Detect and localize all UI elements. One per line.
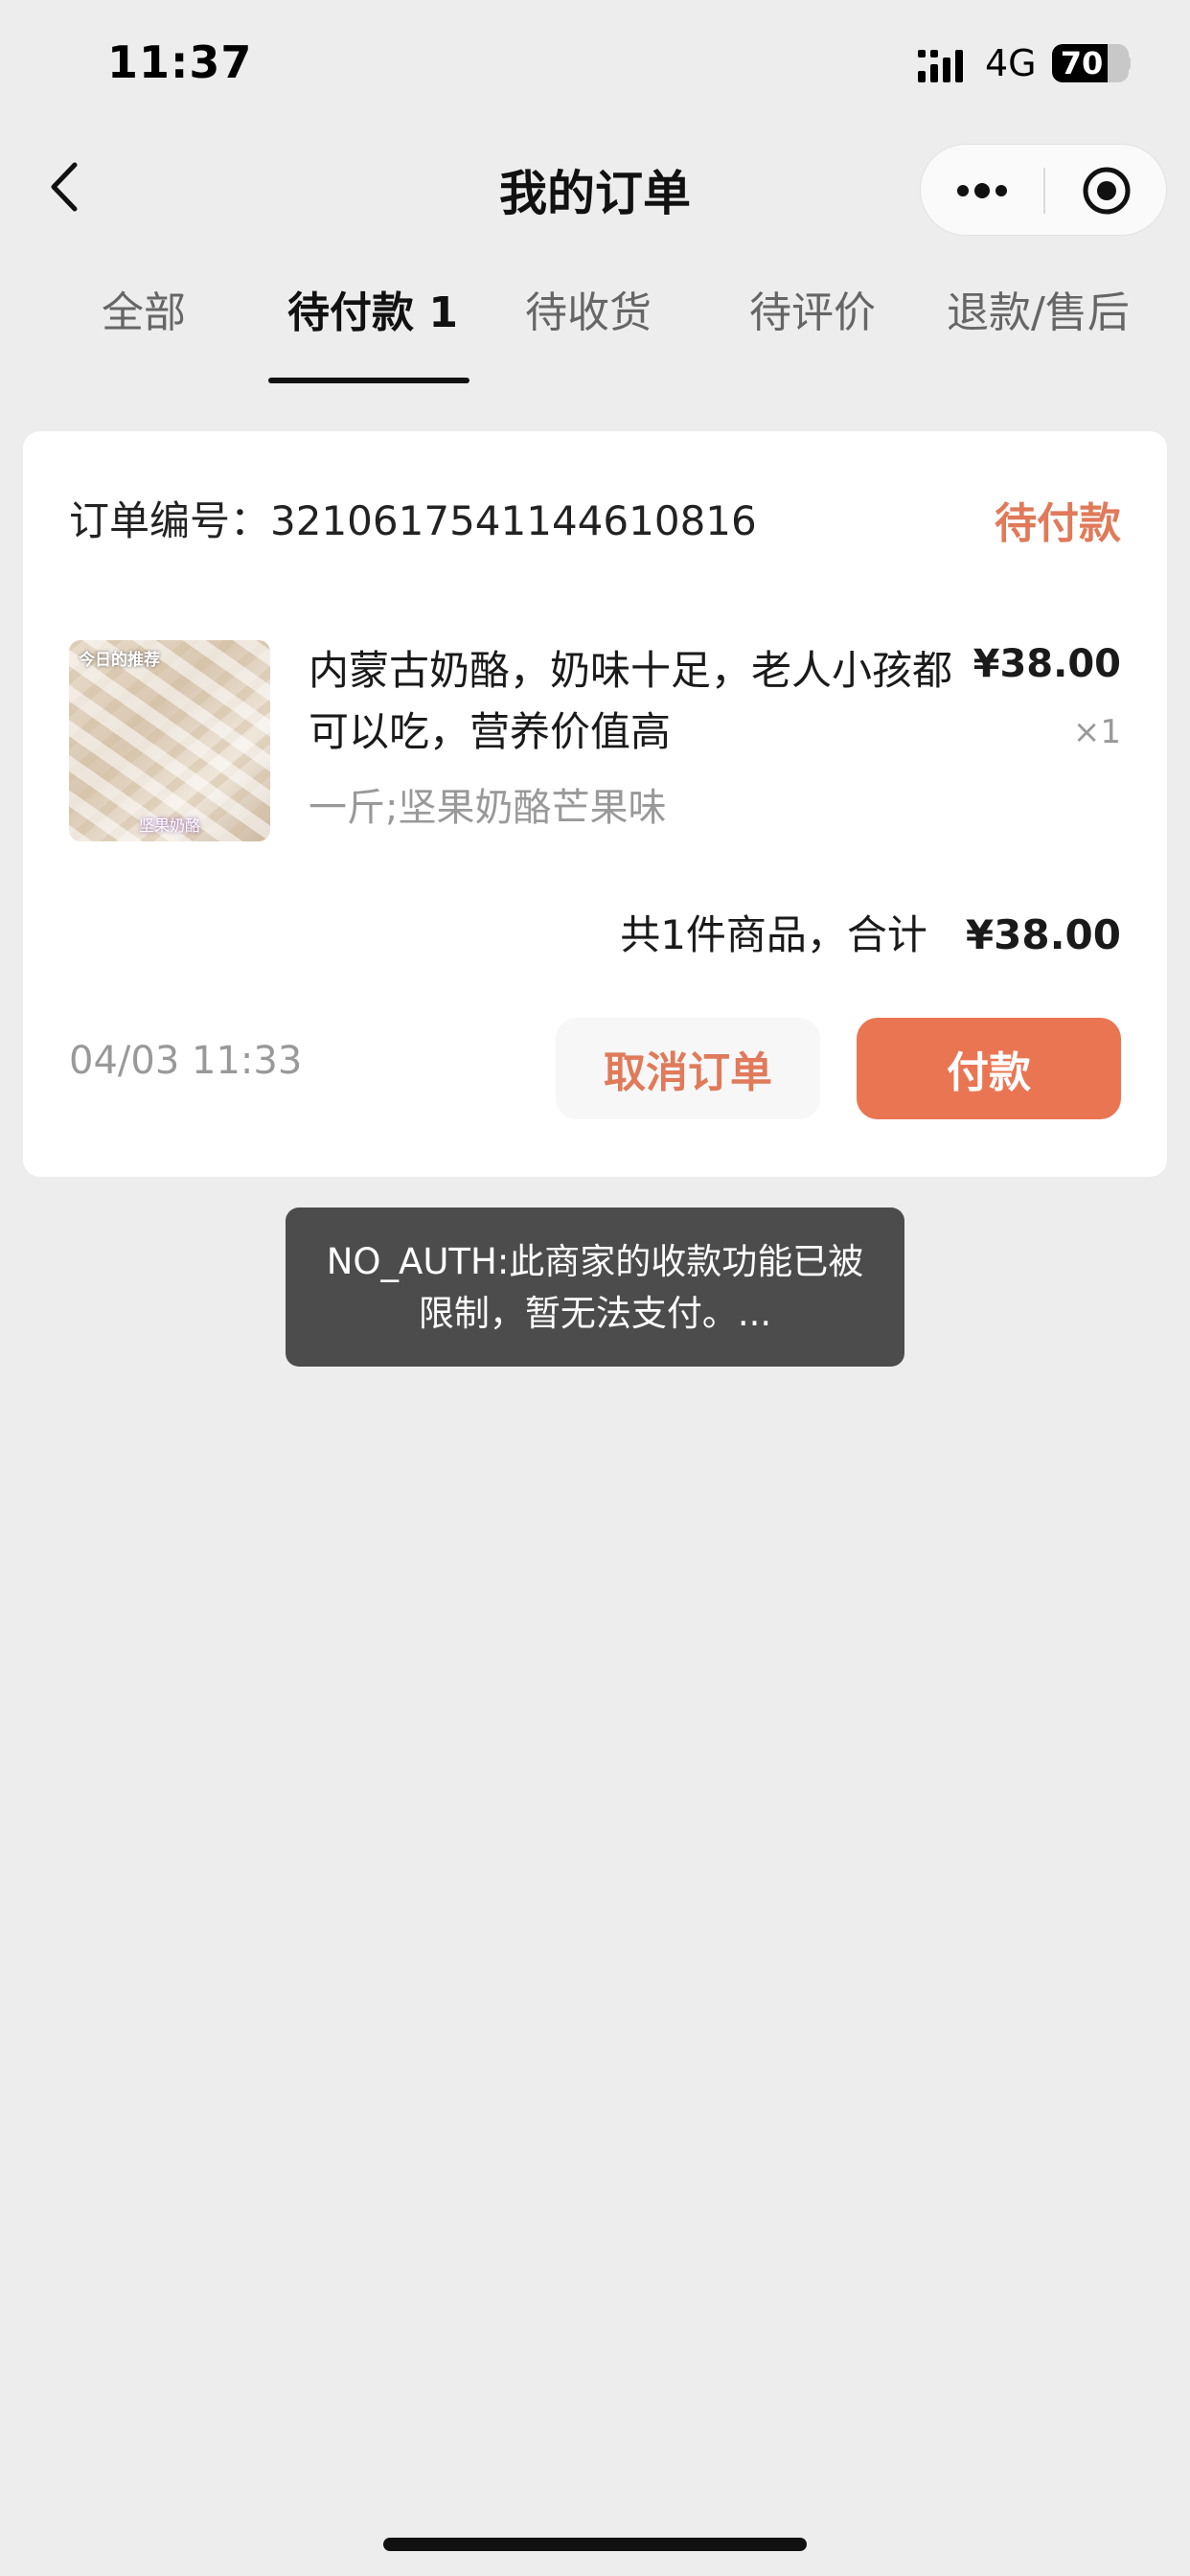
- tab-pending-payment[interactable]: 待付款 1: [287, 278, 458, 355]
- product-image[interactable]: 今日的推荐 坚果奶酪: [69, 640, 270, 841]
- product-price: ¥38.00: [973, 642, 1121, 686]
- summary-text: 共1件商品，合计: [620, 911, 927, 958]
- home-indicator[interactable]: [383, 2538, 807, 2551]
- network-label: 4G: [985, 42, 1037, 84]
- order-number-label: 订单编号：: [69, 497, 271, 544]
- order-card[interactable]: 订单编号：3210617541144610816 待付款 今日的推荐 坚果奶酪 …: [23, 431, 1167, 1177]
- thumb-caption: 坚果奶酪: [138, 816, 200, 835]
- error-toast: NO_AUTH:此商家的收款功能已被限制，暂无法支付。...: [286, 1208, 904, 1367]
- pay-button[interactable]: 付款: [857, 1018, 1121, 1119]
- tab-refund[interactable]: 退款/售后: [947, 278, 1130, 355]
- order-list-screen: 11:37 4G 70 我的订单 全部 待付款 1 待收货 待评价 退款/售后 …: [0, 0, 1190, 2576]
- product-quantity: ×1: [1072, 713, 1121, 751]
- product-spec: 一斤;坚果奶酪芒果味: [309, 786, 667, 830]
- close-button[interactable]: [1045, 145, 1168, 237]
- more-dots-icon: [957, 183, 1007, 198]
- battery-level: 70: [1060, 45, 1104, 81]
- signal-icon: [918, 50, 963, 82]
- product-title[interactable]: 内蒙古奶酪，奶味十足，老人小孩都可以吃，营养价值高: [309, 640, 960, 763]
- status-bar: 11:37 4G 70: [0, 0, 1190, 134]
- order-summary: 共1件商品，合计 ¥38.00: [620, 903, 1121, 961]
- order-number-value: 3210617541144610816: [270, 497, 757, 544]
- target-circle-icon: [1083, 167, 1131, 215]
- active-tab-indicator: [268, 378, 469, 383]
- tab-pending-receipt[interactable]: 待收货: [525, 278, 652, 355]
- total-amount: ¥38.00: [965, 911, 1121, 958]
- order-number: 订单编号：3210617541144610816: [69, 489, 757, 547]
- order-tabs: 全部 待付款 1 待收货 待评价 退款/售后: [0, 278, 1190, 393]
- battery-icon: 70: [1052, 44, 1131, 82]
- status-time: 11:37: [107, 36, 253, 88]
- mini-program-capsule: [920, 144, 1167, 236]
- more-button[interactable]: [921, 145, 1043, 237]
- order-status: 待付款: [995, 499, 1121, 548]
- cancel-order-button[interactable]: 取消订单: [556, 1018, 820, 1119]
- order-time: 04/03 11:33: [69, 1039, 303, 1083]
- tab-pending-review[interactable]: 待评价: [749, 278, 876, 355]
- tab-all[interactable]: 全部: [102, 278, 186, 355]
- toast-message: NO_AUTH:此商家的收款功能已被限制，暂无法支付。...: [326, 1241, 864, 1334]
- thumb-badge: 今日的推荐: [79, 651, 160, 670]
